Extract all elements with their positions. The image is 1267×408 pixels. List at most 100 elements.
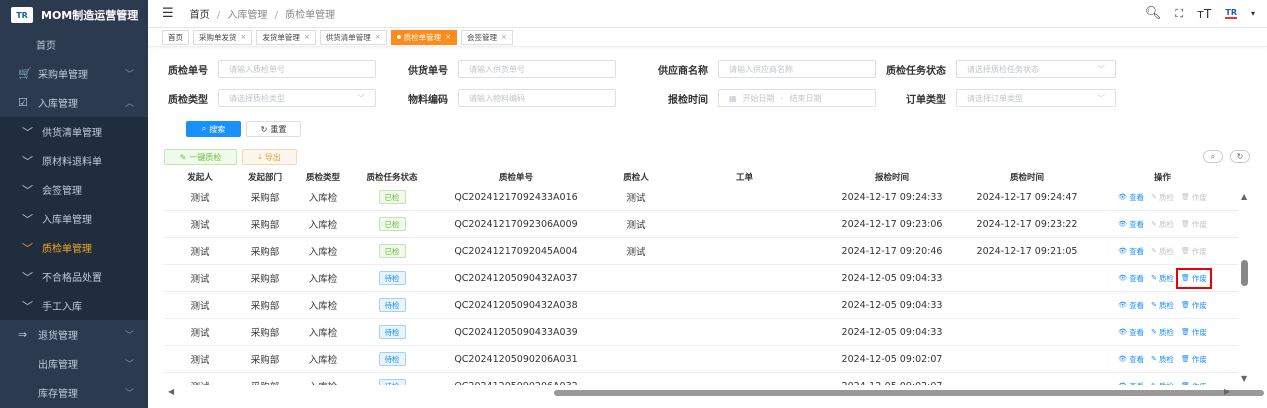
task-status-select[interactable]: 请选择质检任务状态 ﹀ [956, 60, 1116, 78]
sidebar-item[interactable]: ﹀ 原材料退料单 [0, 146, 148, 175]
check-action-button[interactable]: ✎质检 [1151, 246, 1174, 257]
tab[interactable]: 质检单管理 × [390, 29, 457, 45]
view-action-button[interactable]: 👁︎查看 [1118, 300, 1144, 311]
supplier-input[interactable]: 请输入供应商名称 [718, 60, 876, 78]
view-action-button[interactable]: 👁︎查看 [1118, 219, 1144, 230]
scroll-thumb[interactable] [1241, 260, 1248, 286]
scroll-right-icon[interactable]: ▶ [1224, 387, 1230, 396]
button-label: 搜索 [209, 124, 226, 134]
sidebar-item[interactable]: 出库管理 ﹀ [0, 349, 148, 378]
view-action-button[interactable]: 👁︎查看 [1118, 354, 1144, 365]
table-row[interactable]: 测试采购部入库检待检 QC20241205090206A032 2024-12-05… [164, 373, 1238, 385]
table-row[interactable]: 测试 采购部 入库检 待检 QC20241205090432A037 2024-12-05… [164, 265, 1238, 292]
check-action-button[interactable]: ✎质检 [1151, 273, 1174, 284]
breadcrumb-item-home[interactable]: 首页 [190, 10, 210, 21]
check-action-button[interactable]: ✎质检 [1151, 381, 1174, 386]
start-date[interactable]: 开始日期 [743, 93, 775, 104]
search-toggle-icon[interactable]: ⌕ [1203, 150, 1223, 163]
tab[interactable]: 供货清单管理 × [319, 29, 387, 45]
table-row[interactable]: 测试 采购部 入库检 已检 QC20241217092306A009 测试 2024-12-… [164, 211, 1238, 238]
close-icon[interactable]: × [375, 33, 381, 41]
reset-button[interactable]: ↻ 重置 [246, 121, 301, 137]
scroll-thumb[interactable] [554, 390, 1264, 396]
view-action-button[interactable]: 👁︎查看 [1118, 246, 1144, 257]
chevron-down-icon: ﹀ [22, 270, 33, 284]
void-action-button[interactable]: 🗑︎作废 [1181, 327, 1207, 338]
export-button[interactable]: ⤓ 导出 [242, 149, 297, 165]
void-action-button[interactable]: 🗑︎作废 [1181, 354, 1207, 365]
search-button[interactable]: ⌕ 搜索 [186, 121, 241, 137]
chevron-down-icon: ﹀ [22, 154, 33, 168]
batch-check-button[interactable]: ✎ 一键质检 [164, 149, 237, 165]
qc-no-input[interactable]: 请输入质检单号 [218, 60, 376, 78]
report-time-range[interactable]: ▦ 开始日期 - 结束日期 [718, 89, 876, 107]
scroll-down-icon[interactable]: ▼ [1241, 374, 1247, 383]
view-action-button[interactable]: 👁︎查看 [1118, 381, 1144, 386]
close-icon[interactable]: × [445, 33, 451, 41]
scroll-left-icon[interactable]: ◀ [168, 387, 174, 396]
supply-no-input[interactable]: 请输入供货单号 [458, 60, 616, 78]
table-row[interactable]: 测试 采购部 入库检 待检 QC20241205090433A039 2024-12-05… [164, 319, 1238, 346]
tab-label: 供货清单管理 [325, 32, 371, 42]
close-icon[interactable]: × [501, 33, 507, 41]
view-action-button[interactable]: 👁︎查看 [1118, 273, 1144, 284]
check-action-button[interactable]: ✎质检 [1151, 192, 1174, 203]
table-row[interactable]: 测试 采购部 入库检 待检 QC20241205090432A038 2024-12-05… [164, 292, 1238, 319]
view-action-button[interactable]: 👁︎查看 [1118, 192, 1144, 203]
sidebar-item-label: 供货清单管理 [42, 128, 102, 139]
sidebar-item[interactable]: ﹀ 会签管理 [0, 175, 148, 204]
material-code-input[interactable]: 请输入物料编码 [458, 89, 616, 107]
menu-toggle-icon[interactable]: ☰ [162, 6, 174, 21]
sidebar-item[interactable]: ☑ 入库管理 ︿ [0, 88, 148, 117]
qc-type-select[interactable]: 请选择质检类型 ﹀ [218, 89, 376, 107]
void-action-button[interactable]: 🗑︎作废 [1181, 300, 1207, 311]
sidebar-item[interactable]: 库存管理 ﹀ [0, 378, 148, 407]
order-type-select[interactable]: 请选择订单类型 ﹀ [956, 89, 1116, 107]
void-action-button[interactable]: 🗑︎作废 [1181, 381, 1207, 386]
breadcrumb-item-inbound[interactable]: 入库管理 [227, 10, 267, 21]
table-row[interactable]: 测试 采购部 入库检 待检 QC20241205090206A031 2024-12-05… [164, 346, 1238, 373]
tab[interactable]: 会签管理 × [461, 29, 513, 45]
check-action-button[interactable]: ✎质检 [1151, 327, 1174, 338]
sidebar-item[interactable]: ﹀ 供货清单管理 [0, 117, 148, 146]
sidebar-item-label: 采购单管理 [38, 70, 88, 81]
sidebar-item[interactable]: ﹀ 不合格品处置 [0, 262, 148, 291]
chevron-down-icon[interactable]: ▾ [1251, 9, 1255, 18]
tab[interactable]: 首页 [162, 29, 189, 45]
app-logo[interactable]: TR MOM制造运营管理 [0, 0, 148, 30]
void-action-button[interactable]: 🗑︎作废 [1181, 192, 1207, 203]
cell-type: 入库检 [308, 274, 338, 285]
tab[interactable]: 发货单管理 × [256, 29, 316, 45]
horizontal-scrollbar[interactable]: ◀ ▶ [164, 386, 1264, 399]
user-brand-avatar[interactable]: TR [1225, 8, 1237, 19]
check-action-button[interactable]: ✎质检 [1151, 219, 1174, 230]
sidebar-item-label: 会签管理 [42, 186, 82, 197]
scroll-up-icon[interactable]: ▲ [1241, 192, 1247, 201]
vertical-scrollbar[interactable]: ▲ ▼ [1238, 184, 1251, 385]
sidebar-item[interactable]: ﹀ 入库单管理 [0, 204, 148, 233]
select-placeholder: 请选择质检任务状态 [967, 64, 1039, 74]
table-row[interactable]: 测试 采购部 入库检 已检 QC20241217092433A016 测试 2024-12-… [164, 184, 1238, 211]
refresh-icon[interactable]: ↻ [1230, 150, 1250, 163]
void-action-button[interactable]: 🗑︎作废 [1181, 246, 1207, 257]
font-size-icon[interactable]: ᴛT [1197, 7, 1211, 21]
sidebar-item[interactable]: ﹀ 手工入库 [0, 291, 148, 320]
void-action-button[interactable]: 🗑︎作废 [1175, 267, 1212, 289]
tab[interactable]: 采购单发货 × [193, 29, 253, 45]
sidebar-item[interactable]: 🛒 采购单管理 ﹀ [0, 59, 148, 88]
close-icon[interactable]: × [304, 33, 310, 41]
check-action-button[interactable]: ✎质检 [1151, 300, 1174, 311]
end-date[interactable]: 结束日期 [789, 93, 821, 104]
check-action-button[interactable]: ✎质检 [1151, 354, 1174, 365]
sidebar-item[interactable]: ﹀ 质检单管理 [0, 233, 148, 262]
fullscreen-icon[interactable]: ⛶ [1175, 7, 1183, 21]
search-icon[interactable]: 🔍︎ [1145, 6, 1162, 21]
sidebar-item[interactable]: 首页 [0, 30, 148, 59]
table-row[interactable]: 测试 采购部 入库检 已检 QC20241217092045A004 测试 2024-12-… [164, 238, 1238, 265]
close-icon[interactable]: × [241, 33, 247, 41]
action-label: 质检 [1158, 219, 1174, 229]
void-action-button[interactable]: 🗑︎作废 [1181, 219, 1207, 230]
sidebar-item[interactable]: ⇒ 退货管理 ﹀ [0, 320, 148, 349]
view-action-button[interactable]: 👁︎查看 [1118, 327, 1144, 338]
eye-icon: 👁︎ [1118, 382, 1127, 385]
